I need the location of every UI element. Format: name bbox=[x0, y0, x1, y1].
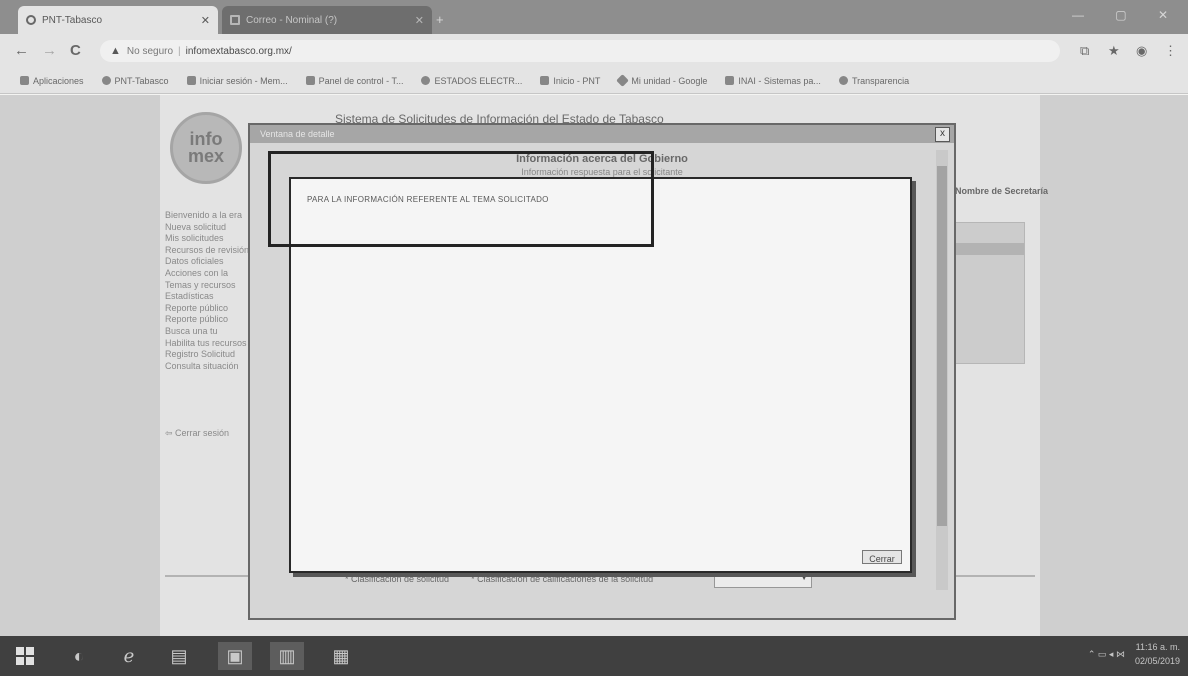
dialog-footer: * Clasificación de solicitud * Clasifica… bbox=[345, 574, 653, 584]
browser-toolbar: ← → C ▲ No seguro | infomextabasco.org.m… bbox=[0, 34, 1188, 68]
bookmark-estados[interactable]: ESTADOS ELECTR... bbox=[421, 76, 522, 86]
infomex-logo: info mex bbox=[170, 112, 242, 184]
site-favicon-icon bbox=[26, 15, 36, 25]
warning-icon: ▲ bbox=[110, 45, 121, 57]
highlight-annotation bbox=[268, 151, 654, 247]
nav-link[interactable]: Acciones con la bbox=[165, 268, 250, 280]
close-button[interactable]: Cerrar bbox=[862, 550, 902, 564]
bookmark-transparencia[interactable]: Transparencia bbox=[838, 75, 910, 86]
scrollbar-thumb[interactable] bbox=[937, 166, 947, 526]
nav-link[interactable]: Recursos de revisión bbox=[165, 245, 250, 257]
dialog-titlebar: Ventana de detalle bbox=[250, 125, 954, 143]
nav-link[interactable]: Busca una tu bbox=[165, 326, 250, 338]
nav-link[interactable]: Estadísticas bbox=[165, 291, 250, 303]
bookmark-label: Inicio - PNT bbox=[553, 75, 601, 86]
tray-icons: ⌃ ▭ ◂ ⋈ bbox=[1087, 649, 1125, 659]
side-panel bbox=[955, 222, 1025, 364]
browser-tab-strip: PNT-Tabasco ✕ Correo - Nominal (?) ✕ + —… bbox=[0, 0, 1188, 34]
tab-correo[interactable]: Correo - Nominal (?) ✕ bbox=[222, 6, 432, 34]
nav-link[interactable]: Habilita tus recursos bbox=[165, 338, 250, 350]
mail-icon bbox=[230, 15, 240, 25]
clock-time: 11:16 a. m. bbox=[1135, 642, 1180, 652]
bookmark-label: Panel de control - T... bbox=[318, 75, 404, 86]
mail-icon bbox=[186, 76, 196, 85]
bookmark-panel[interactable]: Panel de control - T... bbox=[305, 75, 404, 86]
globe-icon bbox=[838, 76, 848, 85]
bookmark-label: INAI - Sistemas pa... bbox=[738, 75, 821, 86]
new-tab-button[interactable]: + bbox=[436, 12, 444, 27]
bookmark-label: PNT-Tabasco bbox=[114, 75, 169, 86]
forward-button[interactable]: → bbox=[42, 42, 57, 59]
inai-icon bbox=[725, 76, 735, 85]
excel-icon[interactable]: ▦ bbox=[324, 642, 358, 670]
window-controls[interactable]: — ▢ ✕ bbox=[1072, 8, 1182, 22]
clock-date: 02/05/2019 bbox=[1134, 656, 1180, 666]
logout-link[interactable]: ⇦ Cerrar sesión bbox=[165, 428, 229, 439]
profile-icon[interactable]: ◉ bbox=[1136, 43, 1147, 59]
close-tab-icon[interactable]: ✕ bbox=[415, 14, 424, 27]
side-navigation: Bienvenido a la era Nueva solicitud Mis … bbox=[165, 210, 250, 372]
globe-icon bbox=[101, 76, 111, 85]
windows-logo-icon bbox=[15, 646, 35, 666]
nav-link[interactable]: Datos oficiales bbox=[165, 256, 250, 268]
reload-button[interactable]: C bbox=[70, 42, 81, 59]
nav-link[interactable]: Reporte público bbox=[165, 314, 250, 326]
nav-link[interactable]: Bienvenido a la era bbox=[165, 210, 250, 222]
exit-icon: ⇦ bbox=[165, 428, 176, 438]
nav-link[interactable]: Temas y recursos bbox=[165, 280, 250, 292]
bookmark-apps[interactable]: Aplicaciones bbox=[20, 76, 84, 86]
nav-link[interactable]: Registro Solicitud bbox=[165, 349, 250, 361]
bookmark-label: Transparencia bbox=[851, 75, 910, 86]
tab-label: Correo - Nominal (?) bbox=[246, 14, 338, 26]
bookmark-star-icon[interactable]: ★ bbox=[1108, 43, 1120, 59]
chevron-down-icon: ▼ bbox=[800, 573, 808, 582]
firefox-icon[interactable]: ◐ bbox=[62, 642, 96, 670]
menu-icon[interactable]: ⋮ bbox=[1164, 43, 1177, 59]
url-text: infomextabasco.org.mx/ bbox=[185, 45, 292, 57]
back-button[interactable]: ← bbox=[14, 42, 29, 59]
bookmark-inicio-pnt[interactable]: Inicio - PNT bbox=[540, 76, 600, 86]
nav-link[interactable]: Consulta situación bbox=[165, 361, 250, 373]
drive-icon bbox=[616, 74, 630, 87]
bookmark-google-drive[interactable]: Mi unidad - Google bbox=[616, 74, 708, 87]
address-bar[interactable]: ▲ No seguro | infomextabasco.org.mx/ bbox=[100, 40, 1060, 62]
close-tab-icon[interactable]: ✕ bbox=[201, 14, 210, 27]
document-icon bbox=[305, 76, 315, 85]
start-button[interactable] bbox=[8, 642, 42, 670]
pnt-icon bbox=[540, 76, 550, 85]
bookmark-label: Mi unidad - Google bbox=[631, 75, 708, 86]
bookmarks-bar: Aplicaciones PNT-Tabasco Iniciar sesión … bbox=[0, 68, 1188, 94]
nav-link[interactable]: Reporte público bbox=[165, 303, 250, 315]
internet-explorer-icon[interactable]: ℯ bbox=[112, 642, 146, 670]
dialog-scrollbar[interactable] bbox=[936, 150, 948, 590]
file-explorer-icon[interactable]: ▤ bbox=[162, 642, 196, 670]
word-icon[interactable]: ▥ bbox=[270, 642, 304, 670]
bookmark-inai[interactable]: INAI - Sistemas pa... bbox=[725, 76, 821, 86]
side-panel-title: Nombre de Secretaría bbox=[955, 186, 1049, 196]
translate-icon[interactable]: ⧉ bbox=[1080, 43, 1089, 59]
nav-link[interactable]: Mis solicitudes bbox=[165, 233, 250, 245]
bookmark-mail[interactable]: Iniciar sesión - Mem... bbox=[186, 75, 288, 86]
tab-label: PNT-Tabasco bbox=[42, 14, 103, 26]
side-panel-band bbox=[956, 243, 1024, 255]
bookmark-pnt[interactable]: PNT-Tabasco bbox=[101, 75, 169, 86]
bookmark-label: ESTADOS ELECTR... bbox=[434, 75, 523, 86]
rating-select[interactable]: ▼ bbox=[714, 572, 812, 588]
folder-icon[interactable]: ▣ bbox=[218, 642, 252, 670]
windows-taskbar: ◐ ℯ ▤ ▣ ▥ ▦ ⌃ ▭ ◂ ⋈ 11:16 a. m. 02/05/20… bbox=[0, 636, 1188, 676]
logout-label: Cerrar sesión bbox=[175, 428, 230, 438]
bookmark-label: Iniciar sesión - Mem... bbox=[199, 75, 288, 86]
footer-label: * Clasificación de solicitud bbox=[345, 574, 450, 584]
tab-pnt-tabasco[interactable]: PNT-Tabasco ✕ bbox=[18, 6, 218, 34]
footer-label: * Clasificación de calificaciones de la … bbox=[471, 574, 654, 584]
apps-grid-icon bbox=[20, 76, 29, 85]
nav-link[interactable]: Nueva solicitud bbox=[165, 222, 250, 234]
clock: 11:16 a. m. 02/05/2019 bbox=[1135, 640, 1180, 668]
dialog-close-button[interactable]: x bbox=[935, 127, 950, 142]
globe-icon bbox=[421, 76, 431, 85]
security-label: No seguro bbox=[126, 45, 174, 57]
system-tray[interactable]: ⌃ ▭ ◂ ⋈ 11:16 a. m. 02/05/2019 bbox=[1088, 640, 1180, 668]
bookmark-label: Aplicaciones bbox=[33, 75, 84, 86]
